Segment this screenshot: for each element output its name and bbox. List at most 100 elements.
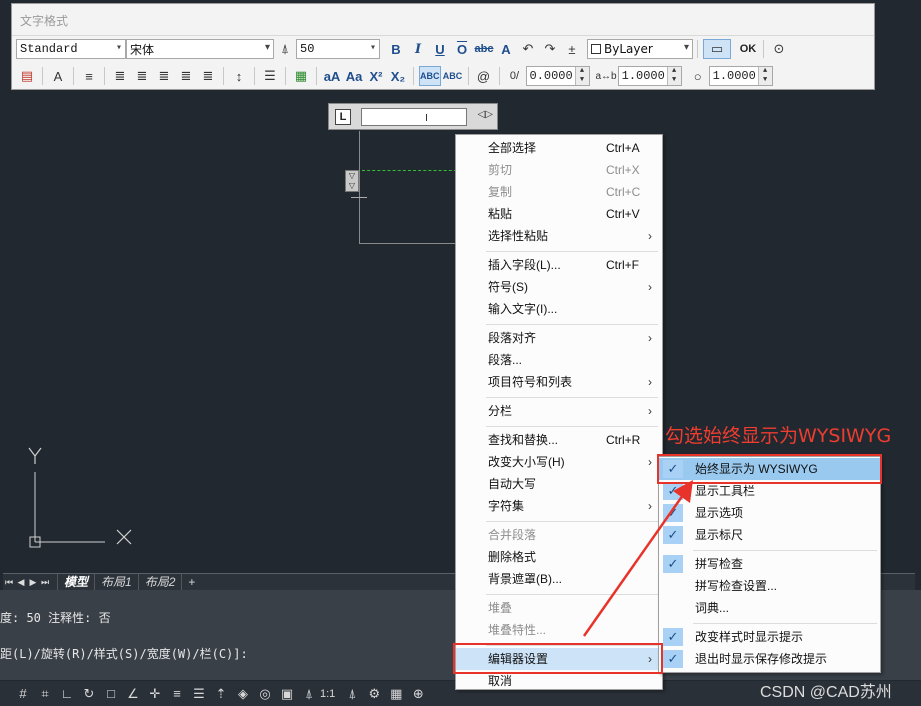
ortho-icon[interactable]: ∟ xyxy=(56,686,78,701)
tracking-input[interactable]: 1.0000 ▲ ▼ xyxy=(617,66,682,86)
selection-cycling-icon[interactable]: ⇡ xyxy=(210,686,232,702)
menu-item-paragraph-alignment[interactable]: 段落对齐 › xyxy=(456,327,662,349)
underline-button[interactable]: U xyxy=(430,39,450,59)
annotation-scale-value[interactable]: 1:1 xyxy=(320,688,335,700)
mtext-justification-icon[interactable]: A xyxy=(48,66,68,86)
submenu-item-show-options[interactable]: ✓ 显示选项 xyxy=(659,502,880,524)
viewport-icon[interactable]: ▣ xyxy=(276,686,298,702)
menu-item-select-all[interactable]: 全部选择 Ctrl+A xyxy=(456,137,662,159)
annotative-icon[interactable]: ⍋ xyxy=(275,39,295,59)
tab-layout2[interactable]: 布局2 xyxy=(137,573,182,591)
menu-item-paragraph[interactable]: 段落... xyxy=(456,349,662,371)
spell-check-icon[interactable]: ABC xyxy=(419,66,441,86)
spell-settings-icon[interactable]: ABC xyxy=(443,66,463,86)
transparency-icon[interactable]: ☰ xyxy=(188,686,210,702)
annotation-scale-icon[interactable]: ⍋ xyxy=(298,686,320,702)
menu-item-background-mask[interactable]: 背景遮罩(B)... xyxy=(456,568,662,590)
paragraph-icon[interactable]: ≡ xyxy=(79,66,99,86)
lineweight-icon[interactable]: ≡ xyxy=(166,686,188,701)
spinner-arrows-icon[interactable]: ▲ ▼ xyxy=(666,67,681,85)
submenu-item-spell-check-settings[interactable]: 拼写检查设置... xyxy=(659,575,880,597)
ruler-toggle-icon[interactable]: ▭ xyxy=(703,39,731,59)
undo-icon[interactable]: ↶ xyxy=(518,39,538,59)
redo-icon[interactable]: ↷ xyxy=(540,39,560,59)
command-prompt-line[interactable]: 距(L)/旋转(R)/样式(S)/宽度(W)/栏(C)]: xyxy=(0,645,248,662)
distribute-icon[interactable]: ≣ xyxy=(198,66,218,86)
font-select[interactable]: 宋体 ▾ xyxy=(126,39,274,59)
menu-item-label: 拼写检查 xyxy=(695,557,744,571)
align-center-icon[interactable]: ≣ xyxy=(132,66,152,86)
columns-icon[interactable]: ▤ xyxy=(17,66,37,86)
menu-item-label: 自动大写 xyxy=(488,477,537,491)
lowercase-icon[interactable]: Aa xyxy=(344,66,364,86)
clean-screen-icon[interactable]: ⊕ xyxy=(407,686,429,702)
oblique-angle-input[interactable]: 0.0000 ▲ ▼ xyxy=(525,66,590,86)
tab-model[interactable]: 模型 xyxy=(57,573,94,591)
uppercase-icon[interactable]: aA xyxy=(322,66,342,86)
font-effects-icon[interactable]: A xyxy=(496,39,516,59)
line-spacing-icon[interactable]: ↕ xyxy=(229,66,249,86)
polar-icon[interactable]: ↻ xyxy=(78,686,100,702)
style-select[interactable]: Standard ▾ xyxy=(16,39,126,59)
symbol-icon[interactable]: @ xyxy=(474,66,494,86)
submenu-item-show-ruler[interactable]: ✓ 显示标尺 xyxy=(659,524,880,546)
prev-tab-icon[interactable]: ◀ xyxy=(15,577,27,588)
grid-display-icon[interactable]: ⌗ xyxy=(34,686,56,702)
tab-layout1[interactable]: 布局1 xyxy=(94,573,138,591)
menu-item-bullets-lists[interactable]: 项目符号和列表 › xyxy=(456,371,662,393)
tab-type-button[interactable]: L xyxy=(335,109,351,125)
menu-item-find-replace[interactable]: 查找和替换... Ctrl+R xyxy=(456,429,662,451)
subscript-icon[interactable]: X₂ xyxy=(388,66,408,86)
isolate-icon[interactable]: ◎ xyxy=(254,686,276,702)
bold-button[interactable]: B xyxy=(386,39,406,59)
strikethrough-button[interactable]: abc xyxy=(474,39,494,59)
angle-icon[interactable]: ∠ xyxy=(122,686,144,702)
last-tab-icon[interactable]: ⏭ xyxy=(39,577,51,588)
menu-item-symbol[interactable]: 符号(S) › xyxy=(456,276,662,298)
menu-item-change-case[interactable]: 改变大小写(H) › xyxy=(456,451,662,473)
next-tab-icon[interactable]: ▶ xyxy=(27,577,39,588)
spinner-arrows-icon[interactable]: ▲ ▼ xyxy=(757,67,772,85)
align-left-icon[interactable]: ≣ xyxy=(110,66,130,86)
align-right-icon[interactable]: ≣ xyxy=(154,66,174,86)
insert-field-icon[interactable]: ▦ xyxy=(291,66,311,86)
workspace-icon[interactable]: ⚙ xyxy=(363,686,385,702)
tab-add[interactable]: + xyxy=(181,573,201,591)
menu-item-paste-special[interactable]: 选择性粘贴 › xyxy=(456,225,662,247)
ruler-resize-icon[interactable]: ◁▷ xyxy=(478,109,493,120)
annotation-visibility-icon[interactable]: ⍋ xyxy=(341,686,363,702)
submenu-item-style-change-prompt[interactable]: ✓ 改变样式时显示提示 xyxy=(659,626,880,648)
crosshair-icon[interactable]: ✛ xyxy=(144,686,166,702)
menu-item-import-text[interactable]: 输入文字(I)... xyxy=(456,298,662,320)
ruler-scale[interactable] xyxy=(361,108,467,126)
submenu-item-exit-save-prompt[interactable]: ✓ 退出时显示保存修改提示 xyxy=(659,648,880,670)
ok-button[interactable]: OK xyxy=(738,39,758,59)
superscript-icon[interactable]: X² xyxy=(366,66,386,86)
menu-item-remove-formatting[interactable]: 删除格式 xyxy=(456,546,662,568)
menu-item-columns[interactable]: 分栏 › xyxy=(456,400,662,422)
first-tab-icon[interactable]: ⏮ xyxy=(3,577,15,588)
menu-item-label: 插入字段(L)... xyxy=(488,258,561,272)
menu-item-autocaps[interactable]: 自动大写 xyxy=(456,473,662,495)
options-icon[interactable]: ⊙ xyxy=(769,39,789,59)
height-resize-handle[interactable]: ▽ ▽ xyxy=(345,170,359,192)
submenu-item-spell-check[interactable]: ✓ 拼写检查 xyxy=(659,553,880,575)
menu-item-insert-field[interactable]: 插入字段(L)... Ctrl+F xyxy=(456,254,662,276)
mtext-ruler[interactable]: L ◁▷ xyxy=(328,103,498,130)
numbering-icon[interactable]: ☰ xyxy=(260,66,280,86)
italic-button[interactable]: I xyxy=(408,39,428,59)
grid-icon[interactable]: # xyxy=(12,686,34,701)
justify-icon[interactable]: ≣ xyxy=(176,66,196,86)
submenu-item-dictionaries[interactable]: 词典... xyxy=(659,597,880,619)
hardware-icon[interactable]: ▦ xyxy=(385,686,407,702)
layers-icon[interactable]: ◈ xyxy=(232,686,254,702)
overline-button[interactable]: O xyxy=(452,39,472,59)
color-select[interactable]: ByLayer ▾ xyxy=(587,39,693,59)
text-height-select[interactable]: 50 ▾ xyxy=(296,39,380,59)
osnap-icon[interactable]: □ xyxy=(100,686,122,701)
stack-icon[interactable]: ± xyxy=(562,39,582,59)
width-factor-input[interactable]: 1.0000 ▲ ▼ xyxy=(708,66,773,86)
menu-item-character-set[interactable]: 字符集 › xyxy=(456,495,662,517)
menu-item-paste[interactable]: 粘贴 Ctrl+V xyxy=(456,203,662,225)
spinner-arrows-icon[interactable]: ▲ ▼ xyxy=(574,67,589,85)
